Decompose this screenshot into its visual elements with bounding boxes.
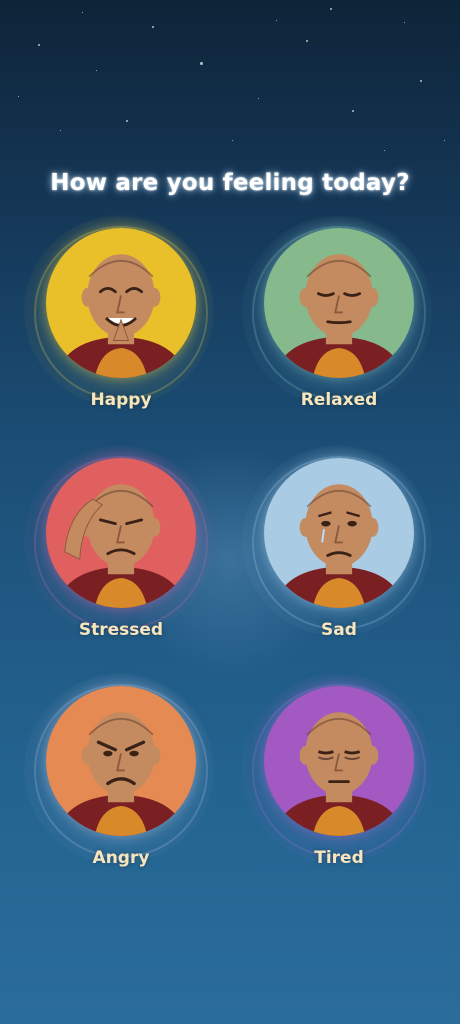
star — [330, 8, 332, 10]
star — [258, 98, 259, 99]
mood-option-relaxed[interactable]: Relaxed — [242, 216, 442, 430]
star — [18, 96, 19, 97]
star — [352, 110, 354, 112]
page-title: How are you feeling today? — [50, 170, 410, 196]
star — [232, 140, 233, 141]
star — [126, 120, 128, 122]
star — [404, 22, 405, 23]
star — [200, 62, 203, 65]
star — [38, 44, 40, 46]
mood-option-angry[interactable]: Angry — [24, 674, 224, 888]
mood-face-avatar — [46, 458, 196, 608]
mood-face-avatar — [46, 228, 196, 378]
mood-face-avatar — [46, 686, 196, 836]
star — [96, 70, 97, 71]
mood-option-happy[interactable]: Happy — [24, 216, 224, 430]
mood-label: Happy — [90, 390, 152, 410]
mood-label: Tired — [314, 848, 364, 868]
mood-label: Stressed — [78, 620, 164, 640]
mood-label: Sad — [321, 620, 357, 640]
mood-face-avatar — [264, 228, 414, 378]
star — [420, 80, 422, 82]
mood-label: Relaxed — [300, 390, 378, 410]
mood-face-avatar — [264, 686, 414, 836]
mood-face-avatar — [264, 458, 414, 608]
mood-label: Angry — [92, 848, 150, 868]
star — [152, 26, 154, 28]
mood-option-stressed[interactable]: Stressed — [24, 446, 224, 660]
star — [82, 12, 83, 13]
star — [60, 130, 61, 131]
star — [306, 40, 308, 42]
star — [276, 20, 277, 21]
mood-screen: How are you feeling today? Happy Relaxed S… — [0, 0, 460, 1024]
star — [444, 140, 445, 141]
star — [384, 150, 385, 151]
mood-option-tired[interactable]: Tired — [242, 674, 442, 888]
mood-option-sad[interactable]: Sad — [242, 446, 442, 660]
